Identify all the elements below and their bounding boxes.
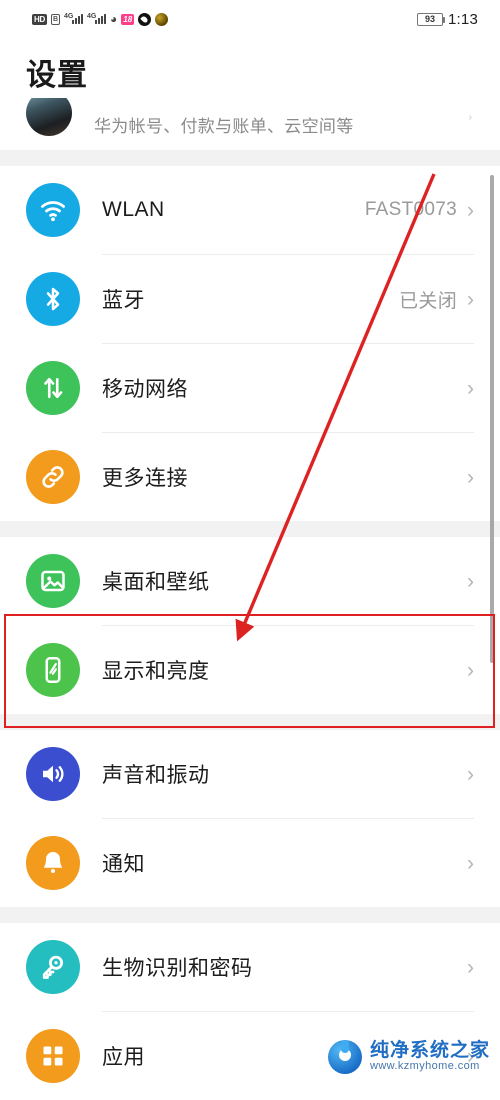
section-gap [0, 907, 500, 923]
status-bar: HD B 4G 4G ◕ 18 93 1:13 [0, 0, 500, 38]
bluetooth-icon [26, 272, 80, 326]
settings-row-label: 更多连接 [102, 467, 188, 490]
settings-group: 声音和振动 › 通知 › [0, 730, 500, 907]
avatar [26, 98, 72, 136]
status-bar-left-icons: HD B 4G 4G ◕ 18 [32, 12, 169, 26]
status-bar-right: 93 1:13 [417, 11, 478, 28]
chevron-right-icon: › [467, 955, 474, 979]
signal-bars-icon-2: 4G [87, 13, 107, 24]
section-gap [0, 714, 500, 730]
network-generation-label-1: 4G [64, 13, 74, 20]
wifi-icon: ◕ [110, 12, 118, 26]
settings-group: 生物识别和密码 › 应用 › [0, 923, 500, 1100]
section-gap [0, 521, 500, 537]
chevron-right-icon: › [467, 376, 474, 400]
battery-icon: 93 [417, 12, 445, 26]
chevron-right-icon: › [467, 198, 474, 222]
settings-list: WLAN FAST0073 › 蓝牙 已关闭 › 移动网络 › 更多连接 › 桌面和壁纸 › 显示和亮度… [0, 150, 500, 1100]
hd-call-icon: HD [32, 13, 47, 25]
status-bar-clock: 1:13 [448, 10, 478, 28]
settings-row-speaker[interactable]: 声音和振动 › [0, 730, 500, 818]
chevron-right-icon: › [468, 112, 472, 123]
settings-row-label: 移动网络 [102, 378, 188, 401]
chevron-right-icon: › [467, 1044, 474, 1068]
account-subtitle: 华为帐号、付款与账单、云空间等 [94, 116, 354, 136]
settings-header: 设置 [0, 38, 500, 98]
chevron-right-icon: › [467, 569, 474, 593]
key-icon [26, 940, 80, 994]
link-icon [26, 450, 80, 504]
settings-row-label: 蓝牙 [102, 289, 145, 312]
settings-group: 桌面和壁纸 › 显示和亮度 › [0, 537, 500, 714]
settings-row-value: FAST0073 [364, 199, 457, 220]
network-generation-label-2: 4G [87, 13, 97, 20]
chevron-right-icon: › [467, 762, 474, 786]
circular-app-icon [155, 12, 169, 26]
settings-row-value: 已关闭 [399, 290, 457, 312]
settings-row-bell[interactable]: 通知 › [0, 819, 500, 907]
bell-icon [26, 836, 80, 890]
settings-row-label: 声音和振动 [102, 764, 210, 787]
settings-group: WLAN FAST0073 › 蓝牙 已关闭 › 移动网络 › 更多连接 › [0, 166, 500, 521]
settings-row-label: 应用 [102, 1046, 145, 1069]
settings-row-data-transfer[interactable]: 移动网络 › [0, 344, 500, 432]
sim-card-icon: B [50, 13, 61, 25]
section-gap [0, 150, 500, 166]
brightness-phone-icon [26, 643, 80, 697]
account-row[interactable]: 华为帐号、付款与账单、云空间等 › [0, 98, 500, 150]
chevron-right-icon: › [467, 658, 474, 682]
chevron-right-icon: › [467, 287, 474, 311]
settings-row-key[interactable]: 生物识别和密码 › [0, 923, 500, 1011]
settings-row-bluetooth[interactable]: 蓝牙 已关闭 › [0, 255, 500, 343]
settings-row-label: 显示和亮度 [102, 660, 210, 683]
chevron-right-icon: › [467, 851, 474, 875]
water-drop-icon [138, 12, 152, 26]
data-transfer-icon [26, 361, 80, 415]
settings-row-grid[interactable]: 应用 › [0, 1012, 500, 1100]
settings-row-image[interactable]: 桌面和壁纸 › [0, 537, 500, 625]
settings-row-label: 桌面和壁纸 [102, 571, 210, 594]
app-badge-icon: 18 [121, 13, 135, 25]
settings-row-wifi[interactable]: WLAN FAST0073 › [0, 166, 500, 254]
speaker-icon [26, 747, 80, 801]
settings-row-brightness-phone[interactable]: 显示和亮度 › [0, 626, 500, 714]
chevron-right-icon: › [467, 465, 474, 489]
image-icon [26, 554, 80, 608]
wifi-icon [26, 183, 80, 237]
settings-row-label: 通知 [102, 853, 145, 876]
settings-row-label: WLAN [102, 198, 165, 221]
page-title: 设置 [26, 59, 88, 92]
grid-icon [26, 1029, 80, 1083]
settings-row-link[interactable]: 更多连接 › [0, 433, 500, 521]
signal-bars-icon-1: 4G [64, 13, 84, 24]
settings-row-label: 生物识别和密码 [102, 957, 253, 980]
